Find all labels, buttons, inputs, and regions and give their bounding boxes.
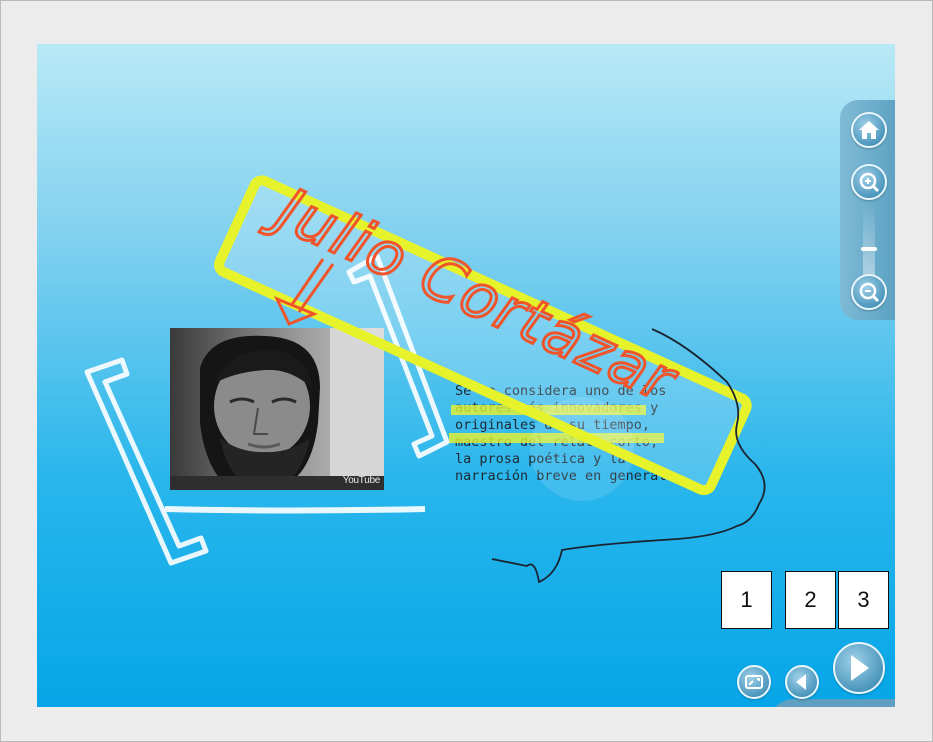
zoom-in-button[interactable] bbox=[851, 164, 887, 200]
zoom-out-icon bbox=[859, 282, 880, 303]
navigation-bar bbox=[768, 699, 895, 707]
previous-button[interactable] bbox=[785, 665, 819, 699]
marker-1: 1 bbox=[721, 571, 772, 629]
fullscreen-icon bbox=[745, 675, 763, 689]
home-button[interactable] bbox=[851, 112, 887, 148]
marker-3: 3 bbox=[838, 571, 889, 629]
zoom-in-icon bbox=[859, 172, 880, 193]
next-button[interactable] bbox=[833, 642, 885, 694]
fullscreen-button[interactable] bbox=[737, 665, 771, 699]
zoom-slider-thumb[interactable] bbox=[861, 247, 877, 251]
home-icon bbox=[859, 121, 879, 139]
zoom-out-button[interactable] bbox=[851, 274, 887, 310]
marker-2: 2 bbox=[785, 571, 836, 629]
prev-arrow-icon bbox=[796, 674, 806, 690]
zoom-slider-track[interactable] bbox=[863, 204, 875, 278]
next-arrow-icon bbox=[851, 655, 869, 681]
